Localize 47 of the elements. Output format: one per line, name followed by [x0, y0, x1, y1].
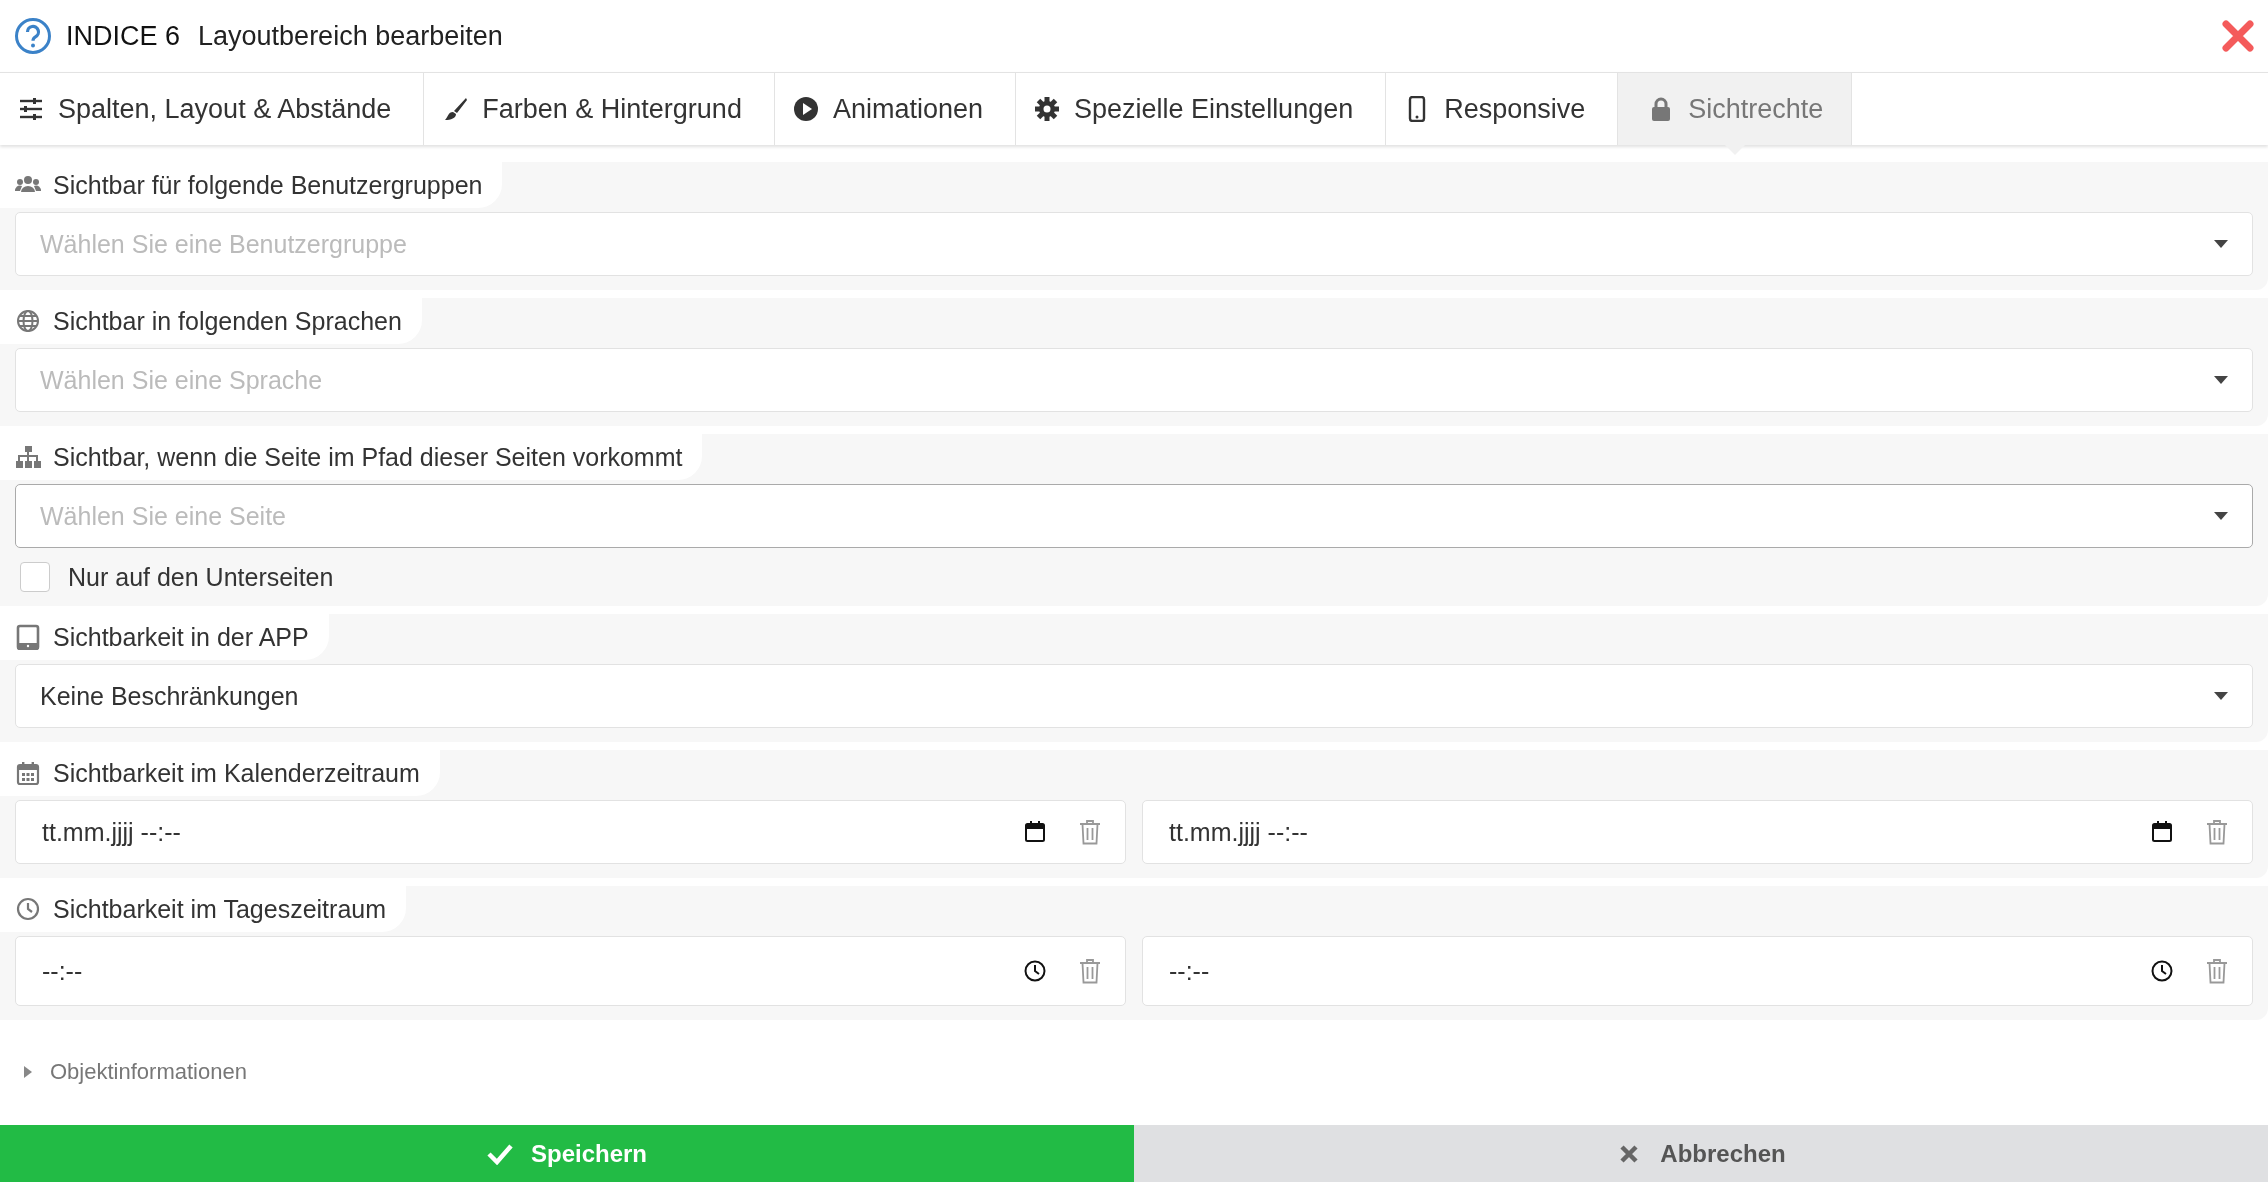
play-icon [792, 96, 819, 122]
date-field[interactable]: tt.mm.jjjj --:-- [1142, 800, 2253, 864]
caret-icon [2214, 512, 2228, 520]
calendar-icon [15, 760, 41, 786]
trash-icon[interactable] [2206, 958, 2228, 984]
caret-icon [2214, 240, 2228, 248]
tab[interactable]: Farben & Hintergrund [424, 73, 775, 145]
time-field[interactable]: --:-- [15, 936, 1126, 1006]
label-text: Sichtbarkeit im Tageszeitraum [53, 894, 386, 924]
collapsible-label[interactable]: Objektinformationen [50, 1059, 247, 1085]
calendar-icon[interactable] [1023, 820, 1047, 844]
label-text: Sichtbar, wenn die Seite im Pfad dieser Seiten vorkommt [53, 442, 683, 472]
globe-icon [15, 308, 41, 334]
calendar-icon[interactable] [2150, 820, 2174, 844]
label-text: Sichtbarkeit in der APP [53, 622, 309, 652]
label-text: Sichtbar in folgenden Sprachen [53, 306, 402, 336]
date-field[interactable]: tt.mm.jjjj --:-- [15, 800, 1126, 864]
dialog-title: Layoutbereich bearbeiten [198, 20, 504, 52]
caret-icon [2214, 376, 2228, 384]
clock-icon[interactable] [2150, 959, 2174, 983]
time-field[interactable]: --:-- [1142, 936, 2253, 1006]
caret-icon [2214, 692, 2228, 700]
select-field[interactable]: Keine Beschränkungen [15, 664, 2253, 728]
clock-icon[interactable] [1023, 959, 1047, 983]
trash-icon[interactable] [1079, 958, 1101, 984]
trash-icon[interactable] [1079, 819, 1101, 845]
cancel-button[interactable]: Abbrechen [1134, 1125, 2268, 1182]
dialog-id-text: INDICE 6 [66, 20, 181, 52]
expand-arrow-icon[interactable] [24, 1066, 32, 1078]
sliders-icon [18, 96, 44, 122]
brush-icon [442, 96, 469, 122]
gear-icon [1034, 96, 1060, 122]
checkbox-label[interactable]: Nur auf den Unterseiten [68, 562, 334, 592]
tab[interactable]: Animationen [774, 73, 1016, 145]
tab[interactable]: Spalten, Layout & Abstände [0, 73, 425, 145]
tablet-icon [15, 624, 41, 650]
sitemap-icon [15, 444, 41, 470]
tab[interactable]: Spezielle Einstellungen [1016, 73, 1387, 145]
help-icon[interactable] [14, 17, 52, 55]
clock-icon [15, 896, 41, 922]
tab[interactable]: Responsive [1386, 73, 1619, 145]
trash-icon[interactable] [2206, 819, 2228, 845]
close-icon[interactable] [2222, 20, 2254, 52]
label-text: Sichtbar für folgende Benutzergruppen [53, 170, 483, 200]
check-icon [486, 1142, 513, 1165]
checkbox[interactable] [20, 562, 50, 592]
label-text: Sichtbarkeit im Kalenderzeitraum [53, 758, 420, 788]
